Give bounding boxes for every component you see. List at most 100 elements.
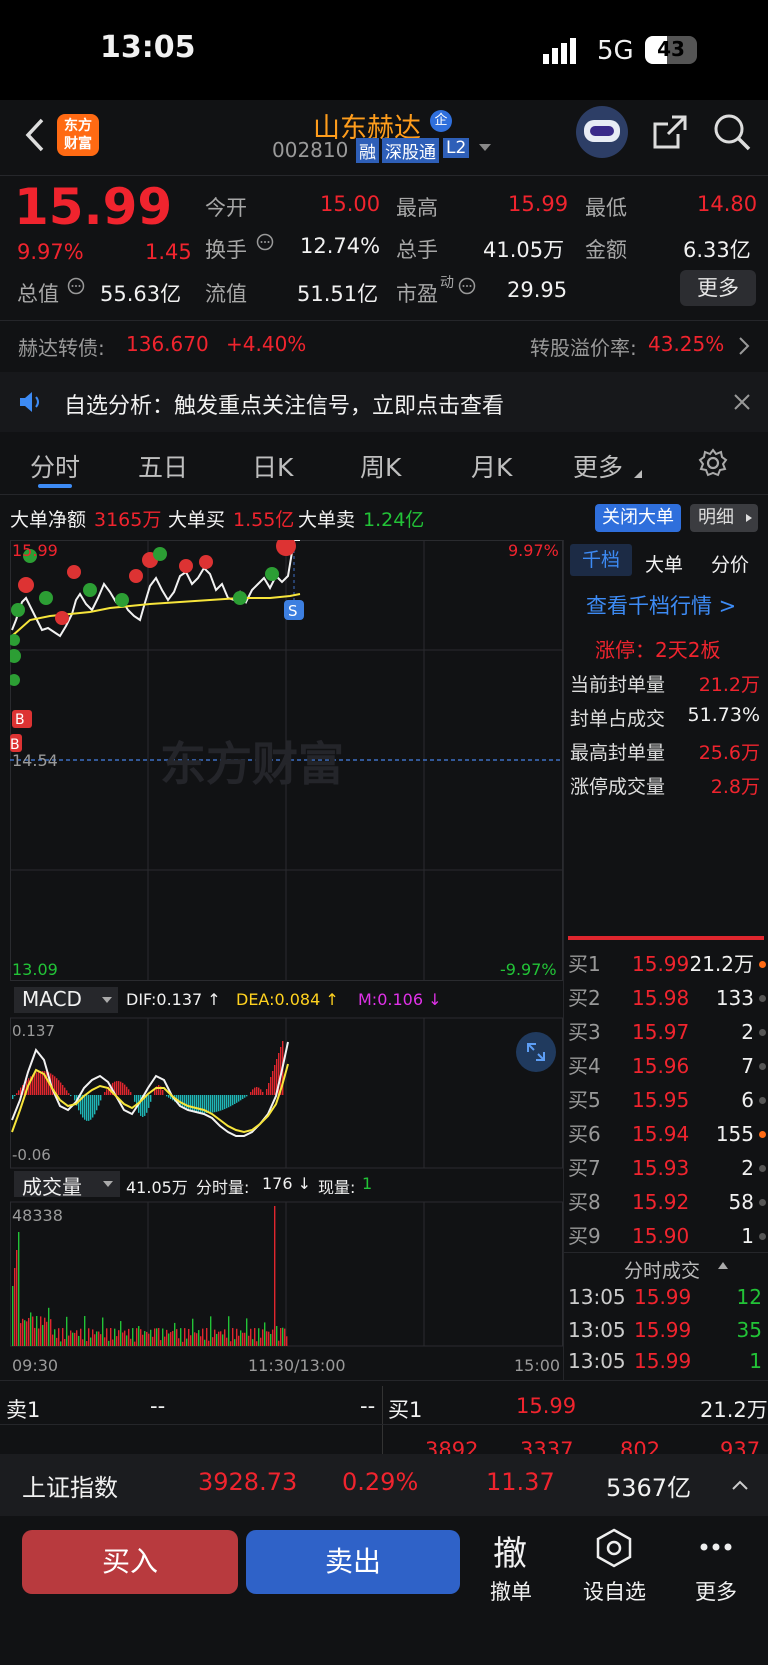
assistant-robot-icon[interactable] <box>576 106 628 158</box>
turnover-value: 12.74% <box>300 234 381 258</box>
side-tab-qiandang[interactable]: 千档 <box>570 544 632 576</box>
buy-button[interactable]: 买入 <box>22 1530 238 1594</box>
close-big-order-button[interactable]: 关闭大单 <box>595 504 681 532</box>
cancel-order-icon[interactable]: 撤 <box>493 1526 527 1575</box>
dif-value: DIF:0.137 ↑ <box>126 990 221 1009</box>
signal-icon <box>543 38 576 64</box>
status-time: 13:05 <box>100 30 196 65</box>
info-icon[interactable] <box>458 277 476 295</box>
bid-row[interactable]: 买2 15.98 133 <box>568 981 768 1015</box>
change-percent: 9.97% <box>17 240 84 264</box>
bid-row[interactable]: 买8 15.92 58 <box>568 1185 768 1219</box>
macd-bot-label: -0.06 <box>12 1146 51 1164</box>
watermark: 东方财富 <box>160 737 344 791</box>
tab-five-day[interactable]: 五日 <box>138 448 188 484</box>
vol-now-label: 现量: <box>318 1178 356 1197</box>
more-quote-button[interactable]: 更多 <box>680 270 756 306</box>
sell1-price: -- <box>150 1394 166 1418</box>
network-type: 5G <box>597 36 634 66</box>
partial-row: 3892 3337 802 937 <box>425 1438 761 1454</box>
high-value: 15.99 <box>508 192 569 216</box>
big-buy-value: 1.55亿 <box>233 509 295 531</box>
chevron-down-icon <box>102 997 112 1003</box>
sell-button[interactable]: 卖出 <box>246 1530 460 1594</box>
side-tab-price[interactable]: 分价 <box>711 550 749 577</box>
chevron-down-icon <box>103 1181 113 1187</box>
time-mid: 11:30/13:00 <box>248 1356 346 1375</box>
time-end: 15:00 <box>514 1356 561 1375</box>
bond-label: 赫达转债: <box>18 336 105 360</box>
index-change: 11.37 <box>486 1468 555 1496</box>
signal-markers <box>10 540 304 752</box>
side-tab-bigorder[interactable]: 大单 <box>645 550 683 577</box>
battery-icon: 43 <box>645 36 697 64</box>
tab-more[interactable]: 更多 <box>573 448 623 484</box>
tick-row: 13:05 15.99 1 <box>568 1349 762 1373</box>
chevron-down-icon[interactable] <box>479 144 491 152</box>
open-label: 今开 <box>205 196 247 220</box>
change-amount: 1.45 <box>145 240 192 264</box>
speaker-icon <box>20 392 39 412</box>
m-value: M:0.106 ↓ <box>358 990 442 1009</box>
search-icon[interactable] <box>712 112 752 152</box>
bid-row[interactable]: 买7 15.93 2 <box>568 1151 768 1185</box>
tab-daily-k[interactable]: 日K <box>252 448 293 484</box>
last-price: 15.99 <box>14 178 173 236</box>
low-value: 14.80 <box>697 192 758 216</box>
bid-row[interactable]: 买1 15.99 21.2万 <box>568 947 768 981</box>
sell-marker: S <box>288 602 298 620</box>
cancel-order-label[interactable]: 撤单 <box>490 1576 532 1606</box>
big-buy-label: 大单买 <box>168 509 226 531</box>
intraday-chart[interactable]: 东方财富 B B S <box>10 540 563 1380</box>
stat-row: 涨停成交量 2.8万 <box>570 776 760 798</box>
status-bar: 13:05 5G 43 <box>0 0 768 100</box>
share-icon[interactable] <box>650 112 690 152</box>
back-icon[interactable] <box>24 118 46 152</box>
dea-value: DEA:0.084 ↑ <box>236 990 339 1009</box>
volume-label: 总手 <box>396 238 438 262</box>
more-dots-icon[interactable] <box>699 1542 733 1552</box>
vol-max-label: 48338 <box>12 1206 63 1225</box>
big-sell-label: 大单卖 <box>298 509 356 531</box>
more-label[interactable]: 更多 <box>695 1576 737 1606</box>
notice-text: 自选分析：触发重点关注信号，立即点击查看 <box>64 394 505 419</box>
premium-label: 转股溢价率: <box>530 336 637 360</box>
total-mkt-value: 55.63亿 <box>100 282 182 306</box>
bid-row[interactable]: 买4 15.96 7 <box>568 1049 768 1083</box>
order-book-summary: 卖1 -- -- 买1 15.99 21.2万 <box>0 1386 768 1440</box>
add-watchlist-hexagon-icon[interactable] <box>595 1528 633 1568</box>
bid-row[interactable]: 买3 15.97 2 <box>568 1015 768 1049</box>
app-logo[interactable]: 东方 财富 <box>57 114 99 156</box>
buy1-price: 15.99 <box>516 1394 577 1418</box>
bid-row[interactable]: 买9 15.90 1 <box>568 1219 768 1253</box>
qiandang-link[interactable]: 查看千档行情 > <box>586 590 736 620</box>
tick-row: 13:05 15.99 12 <box>568 1285 762 1309</box>
info-icon[interactable] <box>67 277 85 295</box>
amount-value: 6.33亿 <box>683 238 751 262</box>
pe-sup: 动 <box>440 275 454 291</box>
settings-gear-icon[interactable] <box>698 448 728 478</box>
index-bar[interactable]: 上证指数 3928.73 0.29% 11.37 5367亿 <box>0 1454 768 1516</box>
tab-monthly-k[interactable]: 月K <box>471 448 512 484</box>
tab-intraday[interactable]: 分时 <box>30 448 80 484</box>
chevron-right-icon <box>739 337 750 355</box>
bid-row[interactable]: 买6 15.94 155 <box>568 1117 768 1151</box>
tick-row: 13:05 15.99 35 <box>568 1318 762 1342</box>
pct-bot-label: -9.97% <box>500 960 557 979</box>
chevron-up-icon[interactable] <box>732 1480 748 1490</box>
close-icon[interactable] <box>734 394 750 410</box>
sell1-label: 卖1 <box>6 1398 41 1422</box>
tab-weekly-k[interactable]: 周K <box>360 448 401 484</box>
total-mkt-label: 总值 <box>17 282 59 306</box>
ticks-title[interactable]: 分时成交 <box>624 1256 700 1283</box>
notice-banner[interactable]: 自选分析：触发重点关注信号，立即点击查看 <box>0 372 768 432</box>
convertible-bond-row[interactable]: 赫达转债: 136.670 +4.40% 转股溢价率: 43.25% <box>0 326 768 366</box>
buy1-vol: 21.2万 <box>700 1398 768 1422</box>
add-watchlist-label[interactable]: 设自选 <box>583 1576 646 1606</box>
high-label: 最高 <box>396 196 438 220</box>
nav-bar: 东方 财富 山东赫达 企 002810 融 深股通 L2 <box>0 100 768 176</box>
info-icon[interactable] <box>256 233 274 251</box>
expand-icon[interactable] <box>516 1032 556 1072</box>
bid-row[interactable]: 买5 15.95 6 <box>568 1083 768 1117</box>
stat-row: 封单占成交 51.73% <box>570 704 760 730</box>
